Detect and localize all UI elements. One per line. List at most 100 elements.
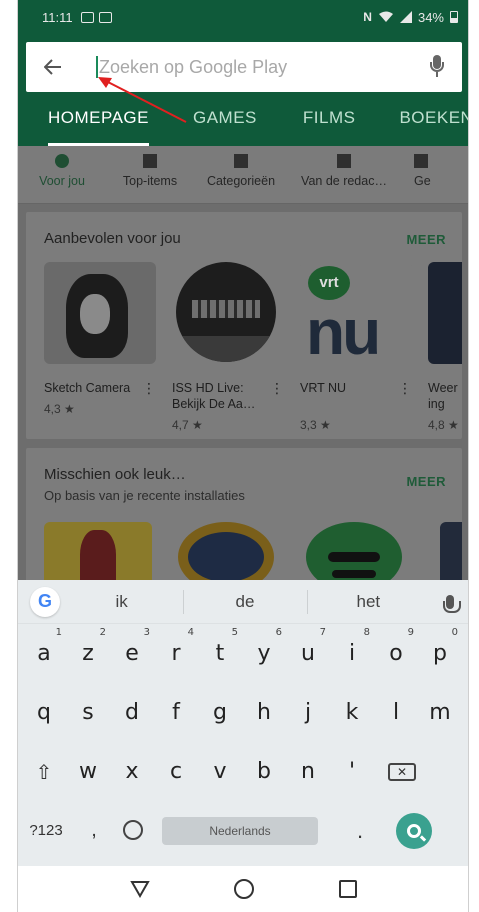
space-bar[interactable]: Nederlands <box>162 816 318 845</box>
key-b[interactable]: b <box>242 759 286 784</box>
emoji-icon[interactable] <box>114 819 152 842</box>
suggestions-card: Misschien ook leuk… Op basis van je rece… <box>26 448 462 592</box>
wifi-icon <box>378 11 393 22</box>
image-icon <box>98 11 112 23</box>
nav-back-icon[interactable] <box>128 877 152 901</box>
symbols-key[interactable]: ?123 <box>18 822 74 839</box>
battery-percent: 34% <box>417 9 444 25</box>
key-k[interactable]: k <box>330 700 374 725</box>
app-icon <box>176 262 276 362</box>
key-p[interactable]: p0 <box>418 627 462 666</box>
key-n[interactable]: n <box>286 759 330 784</box>
status-bar: 11:11 N 34% <box>18 0 468 34</box>
subnav-label: Top-items <box>122 174 178 188</box>
subnav-categories[interactable]: Categorieën <box>194 146 288 203</box>
family-icon <box>414 154 428 168</box>
key-v[interactable]: v <box>198 759 242 784</box>
key-j[interactable]: j <box>286 700 330 725</box>
phone-screen: 11:11 N 34% HOMEPAGE GAMES FILMS BOEKEN <box>17 0 469 912</box>
overflow-menu-icon[interactable]: ⋮ <box>398 380 412 397</box>
suggestion-het[interactable]: het <box>306 589 430 614</box>
vrt-logo: vrt <box>308 266 350 300</box>
key-s[interactable]: s <box>66 700 110 725</box>
app-rating: 4,3 ★ <box>44 402 75 416</box>
key-h[interactable]: h <box>242 700 286 725</box>
shift-icon[interactable]: ⇧ <box>22 760 66 784</box>
more-button[interactable]: MEER <box>406 232 446 247</box>
app-rating: 4,8 ★ <box>428 418 459 432</box>
app-rating: 3,3 ★ <box>300 418 331 432</box>
main-content-dimmed: Voor jou Top-items Categorieën Van de re… <box>18 146 468 592</box>
subnav-top-items[interactable]: Top-items <box>106 146 194 203</box>
key-l[interactable]: l <box>374 700 418 725</box>
key-g[interactable]: g <box>198 700 242 725</box>
subnav-editors-choice[interactable]: Van de redac… <box>288 146 400 203</box>
back-arrow-icon[interactable] <box>26 42 80 92</box>
keyboard-search-icon[interactable] <box>396 812 432 849</box>
signal-icon <box>399 11 412 23</box>
app-sketch-camera[interactable]: Sketch Camera 4,3 ★ ⋮ <box>44 262 164 416</box>
suggestion-ik[interactable]: ik <box>60 592 183 612</box>
key-apostrophe[interactable]: ' <box>330 759 374 784</box>
keyboard-mic-icon[interactable] <box>430 594 468 613</box>
nav-recents-icon[interactable] <box>336 877 360 901</box>
subnav-label: Van de redac… <box>301 174 387 188</box>
overflow-menu-icon[interactable]: ⋮ <box>270 380 284 397</box>
key-c[interactable]: c <box>154 759 198 784</box>
key-row-3: ⇧ w x c v b n ' ✕ <box>18 742 468 801</box>
on-screen-keyboard: G ik de het a1 z2 e3 r4 t5 y6 u7 i8 o9 p… <box>18 580 468 866</box>
key-r[interactable]: r4 <box>154 627 198 666</box>
app-vrt-nu[interactable]: vrt nu VRT NU 3,3 ★ ⋮ <box>300 262 420 432</box>
nav-home-icon[interactable] <box>232 877 256 901</box>
status-time: 11:11 <box>42 9 73 25</box>
subnav-label: Voor jou <box>39 174 85 188</box>
key-row-2: q s d f g h j k l m <box>18 683 468 742</box>
sub-navigation: Voor jou Top-items Categorieën Van de re… <box>18 146 468 204</box>
tab-films[interactable]: FILMS <box>303 100 356 146</box>
key-u[interactable]: u7 <box>286 627 330 666</box>
system-nav-bar <box>18 866 468 912</box>
key-w[interactable]: w <box>66 759 110 784</box>
app-iss-hd-live[interactable]: ISS HD Live: Bekijk De Aa… 4,7 ★ ⋮ <box>172 262 292 432</box>
app-rating: 4,7 ★ <box>172 418 203 432</box>
backspace-icon[interactable]: ✕ <box>388 762 416 781</box>
voice-search-icon[interactable] <box>430 55 444 79</box>
key-row-4: ?123 , Nederlands . <box>18 801 468 860</box>
tab-games[interactable]: GAMES <box>193 100 257 146</box>
suggestion-de[interactable]: de <box>183 589 306 614</box>
google-logo-icon[interactable]: G <box>30 586 60 617</box>
app-weather[interactable]: Weer ing 4,8 ★ <box>428 262 462 432</box>
subnav-voor-jou[interactable]: Voor jou <box>18 146 106 203</box>
compass-icon <box>55 154 69 168</box>
app-icon <box>44 262 156 364</box>
key-t[interactable]: t5 <box>198 627 242 666</box>
subnav-label: Categorieën <box>206 174 276 188</box>
overflow-menu-icon[interactable]: ⋮ <box>142 380 156 397</box>
nfc-icon: N <box>363 10 372 24</box>
key-x[interactable]: x <box>110 759 154 784</box>
key-d[interactable]: d <box>110 700 154 725</box>
key-f[interactable]: f <box>154 700 198 725</box>
key-a[interactable]: a1 <box>22 627 66 666</box>
key-m[interactable]: m <box>418 700 462 725</box>
app-name: VRT NU <box>300 381 347 395</box>
comma-key[interactable]: , <box>74 819 114 842</box>
search-bar[interactable] <box>26 42 462 92</box>
period-key[interactable]: . <box>332 818 388 844</box>
key-o[interactable]: o9 <box>374 627 418 666</box>
tab-homepage[interactable]: HOMEPAGE <box>48 100 149 146</box>
key-i[interactable]: i8 <box>330 627 374 666</box>
more-button[interactable]: MEER <box>406 474 446 489</box>
app-name: ISS HD Live: Bekijk De Aa… <box>172 381 256 411</box>
category-tabs: HOMEPAGE GAMES FILMS BOEKEN <box>18 100 468 146</box>
search-input[interactable] <box>98 52 418 82</box>
tab-boeken[interactable]: BOEKEN <box>399 100 468 146</box>
subnav-more[interactable]: Ge <box>400 146 468 203</box>
key-e[interactable]: e3 <box>110 627 154 666</box>
key-z[interactable]: z2 <box>66 627 110 666</box>
app-icon <box>428 262 462 364</box>
app-icon: vrt nu <box>300 262 412 364</box>
subnav-label: Ge <box>414 174 431 188</box>
key-q[interactable]: q <box>22 700 66 725</box>
key-y[interactable]: y6 <box>242 627 286 666</box>
